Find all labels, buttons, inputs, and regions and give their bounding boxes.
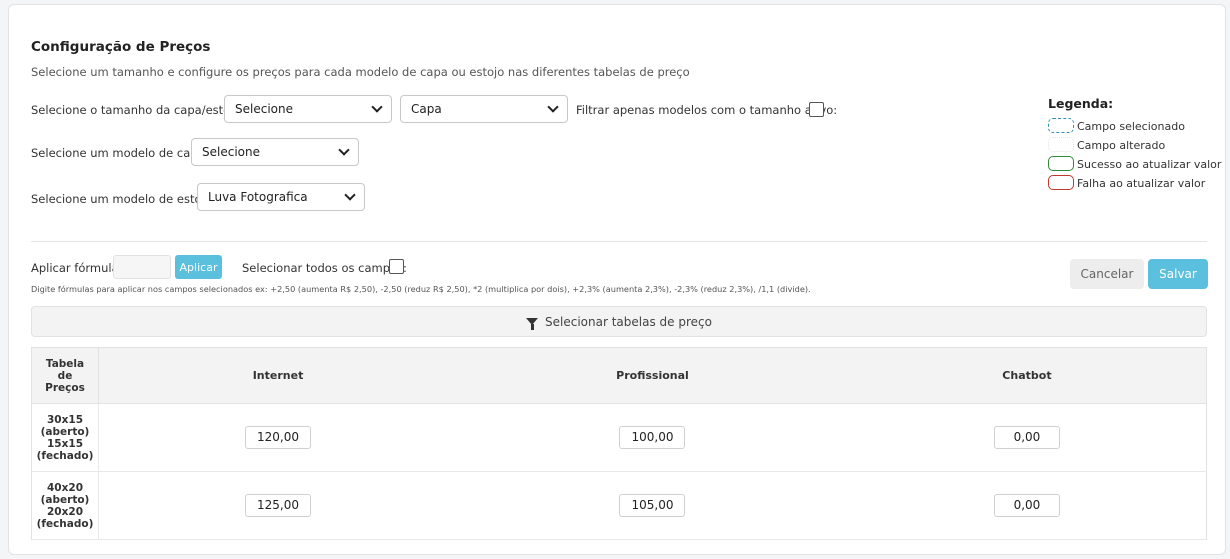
case-model-select-value: Luva Fotografica — [208, 190, 308, 204]
formula-input[interactable] — [113, 255, 171, 279]
price-input[interactable]: 0,00 — [993, 494, 1060, 517]
header-line: Preços — [45, 381, 85, 394]
price-input[interactable]: 105,00 — [619, 494, 686, 517]
column-header-internet: Internet — [98, 347, 458, 404]
case-model-label: Selecione um modelo de estojo: — [31, 192, 216, 206]
size-line: 30x15 — [47, 413, 83, 426]
size-line: 20x20 — [47, 505, 83, 518]
header-line: Tabela — [45, 357, 85, 370]
select-price-tables-button[interactable]: Selecionar tabelas de preço — [31, 306, 1207, 337]
price-cell: 100,00 — [457, 403, 848, 472]
filter-icon — [526, 318, 539, 330]
save-button[interactable]: Salvar — [1148, 259, 1208, 289]
chevron-down-icon — [338, 144, 350, 156]
legend-selected-swatch — [1048, 118, 1074, 133]
price-cell: 125,00 — [98, 471, 458, 540]
cover-model-select-value: Selecione — [202, 145, 260, 159]
formula-hint: Digite fórmulas para aplicar nos campos … — [31, 284, 811, 294]
page-title: Configuração de Preços — [31, 39, 211, 55]
size-line: 40x20 — [47, 481, 83, 494]
table-header-row: Tabela de Preços Internet Profissional C… — [31, 347, 1207, 404]
table-header-first: Tabela de Preços — [31, 347, 99, 404]
price-cell: 105,00 — [457, 471, 848, 540]
price-input[interactable]: 100,00 — [619, 426, 686, 449]
size-line: (fechado) — [36, 449, 94, 462]
header-line: de — [57, 369, 73, 382]
chevron-down-icon — [371, 101, 383, 113]
row-size-label: 30x15 (aberto) 15x15 (fechado) — [31, 403, 99, 472]
price-cell: 120,00 — [98, 403, 458, 472]
chevron-down-icon — [547, 101, 559, 113]
legend-selected-label: Campo selecionado — [1077, 120, 1185, 133]
chevron-down-icon — [344, 189, 356, 201]
select-all-checkbox[interactable] — [389, 259, 404, 274]
column-header-profissional: Profissional — [457, 347, 848, 404]
cover-model-label: Selecione um modelo de capa: — [31, 146, 209, 160]
page-subtitle: Selecione um tamanho e configure os preç… — [31, 65, 690, 79]
type-select[interactable]: Capa — [400, 95, 568, 123]
table-row: 40x20 (aberto) 20x20 (fechado) 125,00 10… — [31, 471, 1207, 540]
price-cell: 0,00 — [847, 403, 1207, 472]
price-input[interactable]: 125,00 — [245, 494, 312, 517]
price-input[interactable]: 0,00 — [993, 426, 1060, 449]
cover-model-select[interactable]: Selecione — [191, 138, 359, 166]
type-select-value: Capa — [411, 102, 442, 116]
size-line: 15x15 — [47, 437, 83, 450]
only-active-checkbox[interactable] — [809, 102, 824, 117]
legend-title: Legenda: — [1048, 96, 1114, 111]
price-input[interactable]: 120,00 — [245, 426, 312, 449]
legend-changed-swatch — [1048, 137, 1074, 152]
column-header-chatbot: Chatbot — [847, 347, 1207, 404]
table-row: 30x15 (aberto) 15x15 (fechado) 120,00 10… — [31, 403, 1207, 472]
size-line: (aberto) — [40, 425, 90, 438]
apply-formula-button[interactable]: Aplicar — [175, 255, 222, 279]
legend-changed-label: Campo alterado — [1077, 139, 1166, 152]
cancel-button[interactable]: Cancelar — [1070, 259, 1144, 289]
legend-failure-swatch — [1048, 175, 1074, 190]
size-line: (fechado) — [36, 517, 94, 530]
size-select[interactable]: Selecione — [224, 95, 392, 123]
size-label: Selecione o tamanho da capa/estojo: — [31, 103, 245, 117]
price-config-card: Configuração de Preços Selecione um tama… — [8, 4, 1226, 555]
legend-success-swatch — [1048, 156, 1074, 171]
case-model-select[interactable]: Luva Fotografica — [197, 183, 365, 211]
select-all-label: Selecionar todos os campos: — [242, 261, 407, 275]
legend-failure-label: Falha ao atualizar valor — [1077, 177, 1206, 190]
legend-success-label: Sucesso ao atualizar valor — [1077, 158, 1222, 171]
price-table: Tabela de Preços Internet Profissional C… — [31, 347, 1207, 540]
divider — [31, 241, 1207, 242]
only-active-label: Filtrar apenas modelos com o tamanho ati… — [576, 103, 838, 117]
formula-label: Aplicar fórmula: — [31, 261, 123, 275]
size-line: (aberto) — [40, 493, 90, 506]
select-price-tables-label: Selecionar tabelas de preço — [545, 314, 712, 329]
size-select-value: Selecione — [235, 102, 293, 116]
row-size-label: 40x20 (aberto) 20x20 (fechado) — [31, 471, 99, 540]
price-cell: 0,00 — [847, 471, 1207, 540]
